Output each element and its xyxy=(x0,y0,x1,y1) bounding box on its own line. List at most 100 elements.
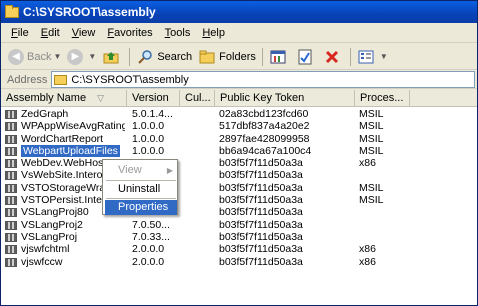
checklist-icon xyxy=(296,48,314,66)
table-row[interactable]: VSLangProj 7.0.33... b03f5f7f11d50a3a xyxy=(1,231,477,243)
assembly-icon xyxy=(5,146,17,156)
table-row[interactable]: vjswfchtml 2.0.0.0 b03f5f7f11d50a3a x86 xyxy=(1,243,477,255)
back-label: Back xyxy=(27,50,52,63)
table-row[interactable]: VSLangProj808.0.0.0b03f5f7f11d50a3a xyxy=(1,206,477,218)
processor-cell: x86 xyxy=(359,255,376,268)
version-cell: 5.0.1.4... xyxy=(132,108,173,120)
folders-button[interactable]: Folders xyxy=(195,46,259,68)
forward-button[interactable]: ▶ ▼ xyxy=(64,46,99,68)
back-arrow-icon: ◀ xyxy=(8,48,24,65)
assembly-name: WordChartReport xyxy=(21,132,104,145)
assembly-name-cell: VSLangProj xyxy=(5,231,125,243)
menu-favorites[interactable]: Favorites xyxy=(101,27,158,39)
search-label: Search xyxy=(157,50,193,63)
menu-tools[interactable]: Tools xyxy=(159,27,197,39)
public-key-token-cell: b03f5f7f11d50a3a xyxy=(219,194,303,207)
check-button[interactable] xyxy=(293,46,320,68)
title-bar[interactable]: C:\SYSROOT\assembly xyxy=(1,1,477,23)
processor-cell: MSIL xyxy=(359,120,384,133)
context-menu: View ▶ Uninstall Properties xyxy=(102,159,178,215)
assembly-name-cell: WordChartReport xyxy=(5,133,125,145)
assembly-icon xyxy=(5,110,17,119)
public-key-token-cell: b03f5f7f11d50a3a xyxy=(219,206,303,219)
toolbar-separator xyxy=(129,47,131,66)
column-header-version[interactable]: Version xyxy=(127,90,180,107)
toolbar-separator xyxy=(349,47,351,66)
public-key-token-cell: b03f5f7f11d50a3a xyxy=(219,255,303,268)
assembly-list[interactable]: Assembly Name ▽ Version Cul... Public Ke… xyxy=(1,90,477,305)
menu-bar: File Edit View Favorites Tools Help xyxy=(1,23,477,43)
assembly-icon xyxy=(5,232,17,242)
back-button[interactable]: ◀ Back ▼ xyxy=(5,46,64,68)
address-label: Address xyxy=(7,73,48,86)
delete-button[interactable] xyxy=(320,46,347,68)
rows-container: ZedGraph 5.0.1.4... 02a83cbd123fcd60 MSIL WP… xyxy=(1,108,477,268)
public-key-token-cell: 02a83cbd123fcd60 xyxy=(219,108,309,120)
column-header-public-key-token[interactable]: Public Key Token xyxy=(215,90,355,107)
menu-edit[interactable]: Edit xyxy=(35,27,66,39)
submenu-arrow-icon: ▶ xyxy=(166,166,173,175)
assembly-name: VSLangProj2 xyxy=(21,218,83,231)
table-row[interactable]: vjswfccw 2.0.0.0 b03f5f7f11d50a3a x86 xyxy=(1,256,477,268)
assembly-icon xyxy=(5,220,17,230)
assembly-name: VSLangProj xyxy=(21,230,78,243)
folders-label: Folders xyxy=(219,50,256,63)
processor-cell: MSIL xyxy=(359,108,384,120)
context-menu-view[interactable]: View ▶ xyxy=(105,163,177,178)
menu-help[interactable]: Help xyxy=(196,27,231,39)
table-row[interactable]: VsWebSite.Interop8.0.0.0b03f5f7f11d50a3a xyxy=(1,169,477,181)
table-row[interactable]: WebpartUploadFiles 1.0.0.0 bb6a94ca67a100c… xyxy=(1,144,477,157)
search-icon xyxy=(136,48,154,66)
public-key-token-cell: b03f5f7f11d50a3a xyxy=(219,181,303,194)
table-row[interactable]: VSLangProj2 7.0.50... b03f5f7f11d50a3a xyxy=(1,219,477,231)
menu-view[interactable]: View xyxy=(66,27,102,39)
public-key-token-cell: b03f5f7f11d50a3a xyxy=(219,169,303,182)
up-folder-button[interactable] xyxy=(99,46,126,68)
sort-indicator-icon: ▽ xyxy=(97,93,105,103)
assembly-icon xyxy=(5,122,17,132)
table-row[interactable]: WPAppWiseAvgRating 1.0.0.0 517dbf837a4a20e… xyxy=(1,120,477,132)
chevron-down-icon: ▼ xyxy=(53,52,62,61)
version-cell: 2.0.0.0 xyxy=(132,243,165,256)
properties-toolbar-button[interactable] xyxy=(266,46,293,68)
processor-cell: MSIL xyxy=(359,194,384,207)
table-row[interactable]: VSTOStorageWrap8.0.0.0b03f5f7f11d50a3aMS… xyxy=(1,182,477,194)
address-bar: Address C:\SYSROOT\assembly xyxy=(1,71,477,89)
menu-file[interactable]: File xyxy=(5,27,35,39)
assembly-name: vjswfccw xyxy=(21,255,63,268)
version-cell: 2.0.0.0 xyxy=(132,255,165,268)
version-cell: 7.0.50... xyxy=(132,218,170,231)
table-row[interactable]: WordChartReport 1.0.0.0 2897fae428099958 MS… xyxy=(1,133,477,145)
column-headers: Assembly Name ▽ Version Cul... Public Ke… xyxy=(1,90,477,107)
public-key-token-cell: bb6a94ca67a100c4 xyxy=(219,144,312,157)
assembly-name: ZedGraph xyxy=(21,108,69,120)
delete-x-icon xyxy=(323,48,341,66)
address-input[interactable]: C:\SYSROOT\assembly xyxy=(51,71,475,88)
up-folder-icon xyxy=(102,48,120,66)
assembly-name: VSTOStorageWrap xyxy=(21,181,112,194)
column-header-name[interactable]: Assembly Name ▽ xyxy=(1,90,127,107)
context-menu-uninstall[interactable]: Uninstall xyxy=(105,182,177,197)
search-button[interactable]: Search xyxy=(133,46,195,68)
processor-cell: MSIL xyxy=(359,144,384,157)
assembly-name-cell: vjswfccw xyxy=(5,256,125,268)
assembly-name-cell: ZedGraph xyxy=(5,108,125,120)
properties-icon xyxy=(269,48,287,66)
toolbar-separator xyxy=(261,47,263,66)
assembly-icon xyxy=(5,171,17,181)
column-header-culture[interactable]: Cul... xyxy=(180,90,215,107)
table-row[interactable]: ZedGraph 5.0.1.4... 02a83cbd123fcd60 MSIL xyxy=(1,108,477,120)
context-menu-separator xyxy=(106,180,176,181)
column-header-processor[interactable]: Proces... xyxy=(355,90,410,107)
public-key-token-cell: 2897fae428099958 xyxy=(219,132,310,145)
assembly-name-cell: WPAppWiseAvgRating xyxy=(5,120,125,132)
table-row[interactable]: WebDev.WebHost8.0.0.0b03f5f7f11d50a3ax86 xyxy=(1,157,477,169)
processor-cell: x86 xyxy=(359,157,376,170)
context-menu-properties[interactable]: Properties xyxy=(105,200,177,215)
window-title: C:\SYSROOT\assembly xyxy=(23,5,156,19)
views-button[interactable]: ▼ xyxy=(354,46,391,68)
assembly-name: WPAppWiseAvgRating xyxy=(21,120,125,133)
public-key-token-cell: 517dbf837a4a20e2 xyxy=(219,120,310,133)
table-row[interactable]: VSTOPersist.Interop8.0.0.0b03f5f7f11d50a… xyxy=(1,194,477,206)
chevron-down-icon: ▼ xyxy=(379,52,388,61)
